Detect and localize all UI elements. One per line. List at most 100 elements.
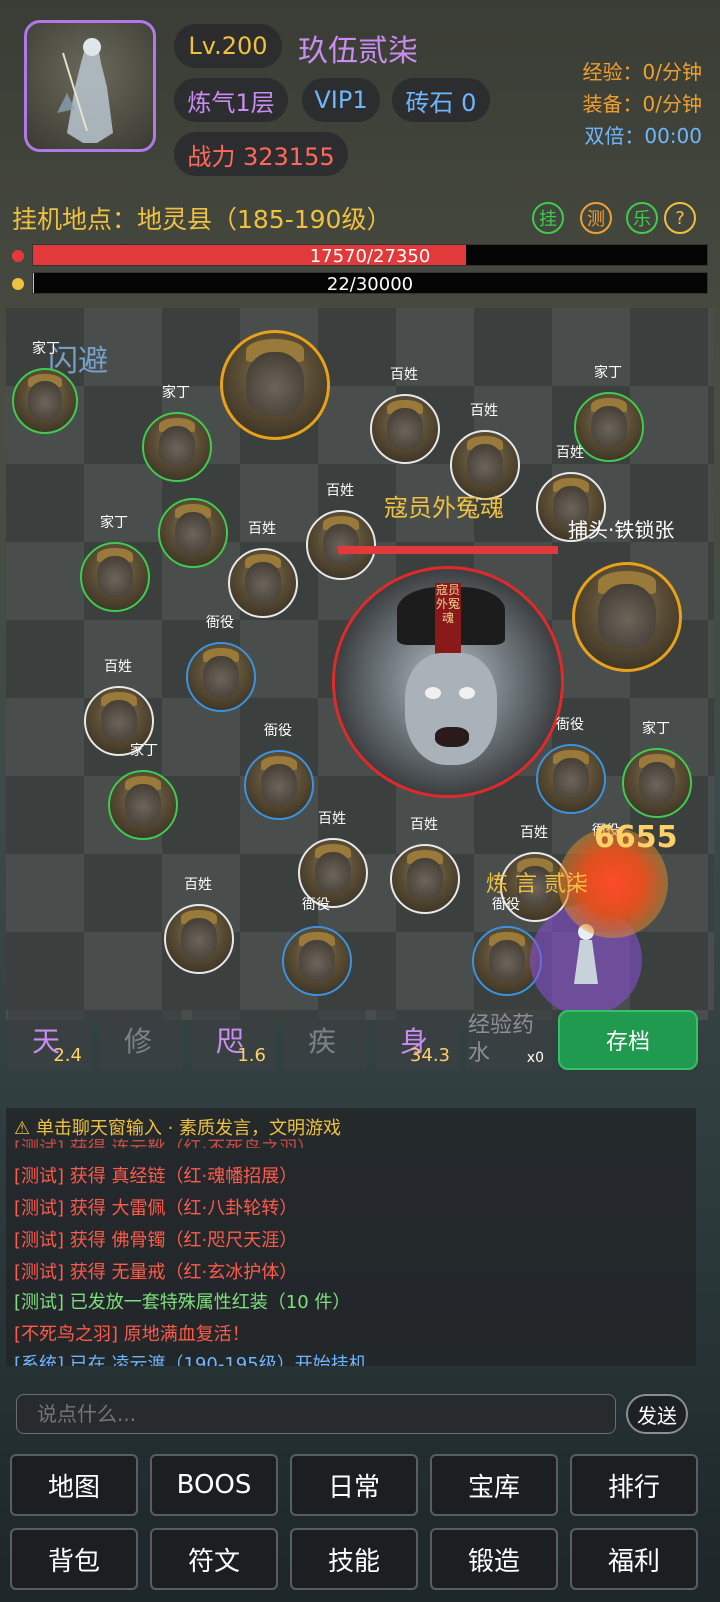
mob-baixing[interactable] xyxy=(228,548,298,618)
nav-forge-button[interactable]: 锻造 xyxy=(430,1528,558,1590)
send-button[interactable]: 发送 xyxy=(626,1394,688,1434)
nav-label: 福利 xyxy=(607,1546,660,1577)
mob-label: 家丁 xyxy=(32,341,60,357)
skill-slot[interactable]: 修 xyxy=(100,1010,182,1070)
vip-badge[interactable]: VIP1 xyxy=(302,78,380,122)
nav-ranking-button[interactable]: 排行 xyxy=(570,1454,698,1516)
mob-label: 衙役 xyxy=(264,723,292,739)
skill-slot[interactable]: 身 34.3 xyxy=(376,1010,458,1070)
player-avatar[interactable] xyxy=(24,20,156,152)
send-button-label: 发送 xyxy=(637,1403,677,1428)
nav-bag-button[interactable]: 背包 xyxy=(10,1528,138,1590)
mob-label: 百姓 xyxy=(470,403,498,419)
hp-dot-icon xyxy=(12,250,24,262)
mob-label: 百姓 xyxy=(104,659,132,675)
help-icon-text: ? xyxy=(675,207,685,229)
mob-label: 家丁 xyxy=(100,515,128,531)
nav-label: 符文 xyxy=(187,1546,240,1577)
nav-label: 技能 xyxy=(327,1546,380,1577)
battle-board[interactable]: 闪避 家丁 家丁 百姓 百姓 家丁 百姓 百姓 家丁 百姓 寇员外冤魂 捕头·铁… xyxy=(6,308,714,1020)
nav-welfare-button[interactable]: 福利 xyxy=(570,1528,698,1590)
elite-name: 捕头·铁锁张 xyxy=(568,518,675,542)
mob-yayi[interactable] xyxy=(536,744,606,814)
nav-label: 日常 xyxy=(327,1472,380,1503)
chat-panel[interactable]: ⚠ 单击聊天窗输入 · 素质发言，文明游戏 [测试] 获得 连云靴（红·不死鸟之… xyxy=(6,1108,696,1366)
mob-baixing[interactable] xyxy=(390,844,460,914)
mob-label: 衙役 xyxy=(206,615,234,631)
skill-cooldown: 1.6 xyxy=(237,1045,266,1066)
exp-dot-icon xyxy=(12,278,24,290)
chat-line: [系统] 已在 凌云渡（190-195级）开始挂机 xyxy=(14,1354,367,1366)
gems-badge: 砖石 0 xyxy=(392,78,490,122)
mob-jiading[interactable] xyxy=(158,498,228,568)
mob-yayi[interactable] xyxy=(282,926,352,996)
chat-input[interactable] xyxy=(16,1394,616,1434)
boss-ghost[interactable]: 寇员外冤魂 xyxy=(332,566,564,798)
chat-line: [测试] 已发放一套特殊属性红装（10 件） xyxy=(14,1292,351,1313)
mob-jiading[interactable] xyxy=(12,368,78,434)
damage-number: 6655 xyxy=(594,820,678,855)
mob-baixing[interactable] xyxy=(306,510,376,580)
help-icon[interactable]: ? xyxy=(664,202,696,234)
nav-label: 锻造 xyxy=(467,1546,520,1577)
mob-jiading[interactable] xyxy=(108,770,178,840)
mob-label: 百姓 xyxy=(326,483,354,499)
nav-rune-button[interactable]: 符文 xyxy=(150,1528,278,1590)
music-icon-text: 乐 xyxy=(633,209,651,230)
power-text: 战力 323155 xyxy=(187,142,335,171)
chat-line: [测试] 获得 佛骨镯（红·咫尺天涯） xyxy=(14,1230,298,1251)
exp-potion-slot[interactable]: 经验药水 x0 xyxy=(466,1010,552,1070)
mob-label: 家丁 xyxy=(130,743,158,759)
mob-yayi[interactable] xyxy=(244,750,314,820)
player-name: 玖伍贰柒 xyxy=(298,34,418,69)
mob-label: 家丁 xyxy=(594,365,622,381)
mob-jiading[interactable] xyxy=(142,412,212,482)
skill-slot[interactable]: 疾 xyxy=(284,1010,366,1070)
vip-text: VIP1 xyxy=(314,86,368,114)
mob-elite[interactable] xyxy=(572,562,682,672)
nav-skill-button[interactable]: 技能 xyxy=(290,1528,418,1590)
mob-label: 家丁 xyxy=(162,385,190,401)
chat-line: [测试] 获得 无量戒（红·玄冰护体） xyxy=(14,1262,298,1283)
mob-label: 百姓 xyxy=(520,825,548,841)
mob-jiading[interactable] xyxy=(80,542,150,612)
mob-label: 衙役 xyxy=(302,897,330,913)
test-icon-text: 测 xyxy=(587,209,605,230)
exp-rate: 经验：0/分钟 xyxy=(582,60,702,84)
auto-battle-icon[interactable]: 挂 xyxy=(532,202,564,234)
mob-label: 百姓 xyxy=(184,877,212,893)
mob-yayi[interactable] xyxy=(186,642,256,712)
nav-label: BOOS xyxy=(176,1470,252,1500)
boss-hp-bar xyxy=(338,546,558,554)
mob-elite[interactable] xyxy=(220,330,330,440)
realm-text: 炼气1层 xyxy=(187,88,275,117)
mob-jiading[interactable] xyxy=(622,748,692,818)
save-button-label: 存档 xyxy=(605,1030,650,1055)
equip-rate: 装备：0/分钟 xyxy=(582,92,702,116)
music-icon[interactable]: 乐 xyxy=(626,202,658,234)
exp-bar: 22/30000 xyxy=(32,272,708,295)
nav-daily-button[interactable]: 日常 xyxy=(290,1454,418,1516)
skill-char: 修 xyxy=(124,1025,153,1058)
nav-boss-button[interactable]: BOOS xyxy=(150,1454,278,1516)
mob-label: 百姓 xyxy=(318,811,346,827)
save-button[interactable]: 存档 xyxy=(558,1010,698,1070)
mob-label: 百姓 xyxy=(410,817,438,833)
gems-text: 砖石 0 xyxy=(405,88,477,117)
skill-slot[interactable]: 咫 1.6 xyxy=(192,1010,274,1070)
double-timer: 双倍：00:00 xyxy=(584,124,702,148)
nav-label: 排行 xyxy=(607,1472,660,1503)
chat-line: [不死鸟之羽] 原地满血复活！ xyxy=(14,1324,250,1345)
realm-badge: 炼气1层 xyxy=(174,78,288,122)
test-icon[interactable]: 测 xyxy=(580,202,612,234)
skill-slot[interactable]: 天 2.4 xyxy=(8,1010,90,1070)
nav-map-button[interactable]: 地图 xyxy=(10,1454,138,1516)
skill-cooldown: 34.3 xyxy=(409,1045,450,1066)
boss-name: 寇员外冤魂 xyxy=(384,494,504,522)
level-badge: Lv.200 xyxy=(174,24,282,68)
mob-jiading[interactable] xyxy=(574,392,644,462)
nav-treasury-button[interactable]: 宝库 xyxy=(430,1454,558,1516)
mob-baixing[interactable] xyxy=(164,904,234,974)
player-portrait-image xyxy=(57,38,113,143)
mob-baixing[interactable] xyxy=(370,394,440,464)
